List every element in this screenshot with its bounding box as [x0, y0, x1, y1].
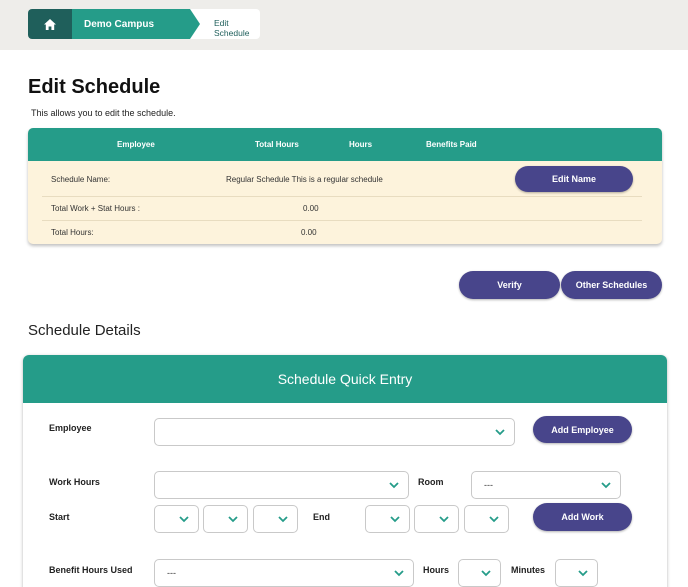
breadcrumb-arrow: [190, 9, 200, 39]
quick-entry-title: Schedule Quick Entry: [23, 355, 667, 403]
chevron-down-icon: [394, 570, 404, 577]
header-total-hours: Total Hours: [255, 140, 299, 149]
chevron-down-icon: [578, 570, 588, 577]
summary-header: Employee Total Hours Hours Benefits Paid: [28, 128, 662, 161]
employee-label: Employee: [49, 423, 92, 433]
add-work-button[interactable]: Add Work: [533, 503, 632, 531]
end-hour-select[interactable]: [365, 505, 410, 533]
end-label: End: [313, 512, 330, 522]
schedule-name-value: Regular Schedule This is a regular sched…: [226, 175, 383, 184]
end-ampm-select[interactable]: [464, 505, 509, 533]
room-select[interactable]: ---: [471, 471, 621, 499]
work-hours-label: Work Hours: [49, 477, 100, 487]
schedule-quick-entry: Schedule Quick Entry Employee Add Employ…: [23, 355, 667, 587]
edit-name-button[interactable]: Edit Name: [515, 166, 633, 192]
start-minute-select[interactable]: [203, 505, 248, 533]
work-hours-select[interactable]: [154, 471, 409, 499]
start-hour-select[interactable]: [154, 505, 199, 533]
section-title: Schedule Details: [28, 322, 141, 339]
benefit-hours-select[interactable]: ---: [154, 559, 414, 587]
room-label: Room: [418, 477, 444, 487]
hours-label: Hours: [423, 565, 450, 575]
verify-button[interactable]: Verify: [459, 271, 560, 299]
page-description: This allows you to edit the schedule.: [31, 108, 176, 118]
page-title: Edit Schedule: [28, 76, 161, 98]
add-employee-button[interactable]: Add Employee: [533, 416, 632, 443]
employee-select[interactable]: [154, 418, 515, 446]
chevron-down-icon: [389, 482, 399, 489]
end-minute-select[interactable]: [414, 505, 459, 533]
benefit-minutes-select[interactable]: [555, 559, 598, 587]
chevron-down-icon: [481, 570, 491, 577]
chevron-down-icon: [489, 516, 499, 523]
chevron-down-icon: [390, 516, 400, 523]
schedule-name-label: Schedule Name:: [51, 175, 111, 184]
home-icon: [44, 18, 56, 30]
other-schedules-button[interactable]: Other Schedules: [561, 271, 662, 299]
chevron-down-icon: [179, 516, 189, 523]
chevron-down-icon: [439, 516, 449, 523]
start-label: Start: [49, 512, 70, 522]
top-bar: Demo Campus Edit Schedule: [0, 0, 688, 50]
room-select-value: ---: [484, 480, 493, 490]
header-benefits-paid: Benefits Paid: [426, 140, 477, 149]
total-work-label: Total Work + Stat Hours :: [51, 204, 140, 213]
row-divider: [42, 220, 642, 221]
breadcrumb-campus[interactable]: Demo Campus: [72, 9, 190, 39]
total-hours-value: 0.00: [301, 228, 317, 237]
total-work-value: 0.00: [303, 204, 319, 213]
start-ampm-select[interactable]: [253, 505, 298, 533]
chevron-down-icon: [228, 516, 238, 523]
chevron-down-icon: [278, 516, 288, 523]
benefit-hours-label: Benefit Hours Used: [49, 565, 133, 575]
breadcrumb-current: Edit Schedule: [214, 18, 260, 39]
benefit-hours-select-value: ---: [167, 568, 176, 578]
row-divider: [42, 196, 642, 197]
header-employee: Employee: [117, 140, 155, 149]
breadcrumb: Demo Campus Edit Schedule: [28, 9, 260, 39]
benefit-hours-amount-select[interactable]: [458, 559, 501, 587]
minutes-label: Minutes: [511, 565, 546, 575]
chevron-down-icon: [495, 429, 505, 436]
header-hours: Hours: [349, 140, 373, 149]
chevron-down-icon: [601, 482, 611, 489]
total-hours-label: Total Hours:: [51, 228, 94, 237]
breadcrumb-home[interactable]: [28, 9, 72, 39]
